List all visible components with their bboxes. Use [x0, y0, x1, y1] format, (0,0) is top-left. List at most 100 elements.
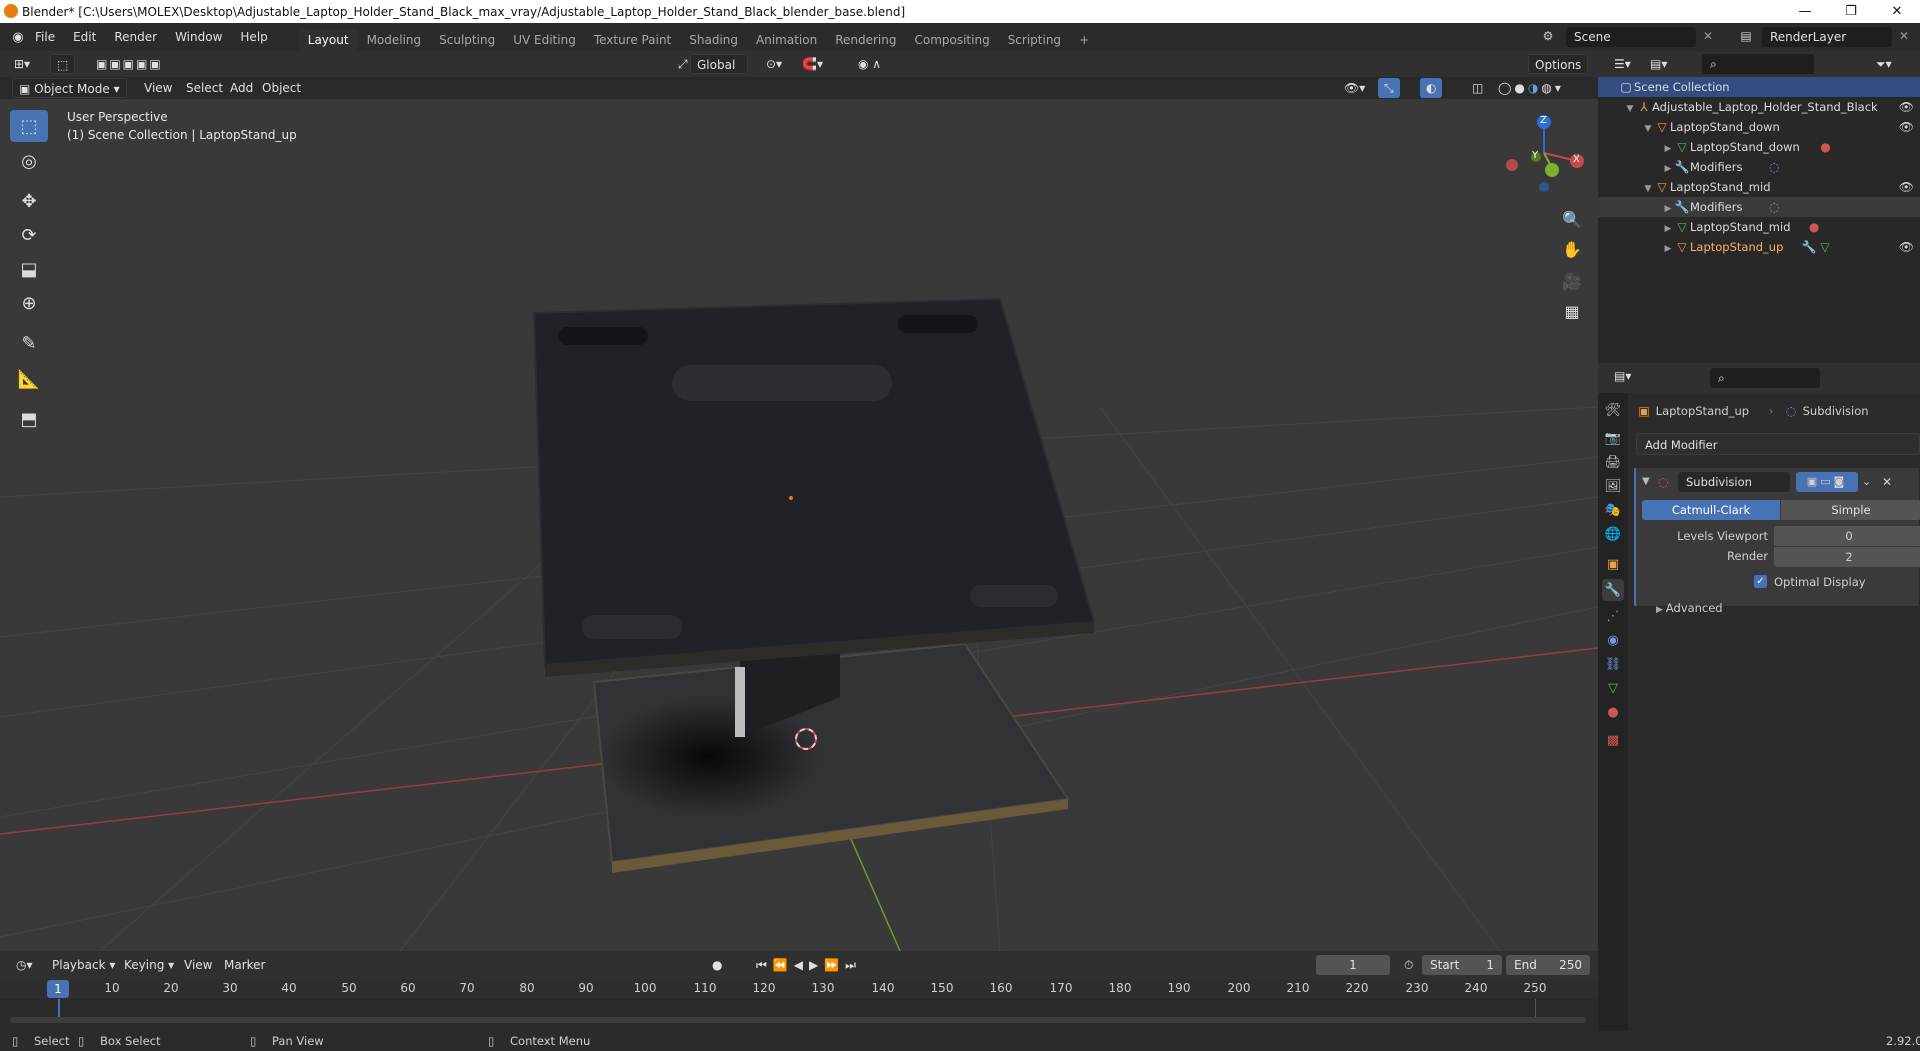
properties-search-input[interactable]: ⌕	[1710, 368, 1820, 388]
data-tab-icon[interactable]: ▽	[1602, 677, 1624, 699]
proportional-edit-icon[interactable]: ◉ ∧	[852, 54, 887, 74]
annotate-tool[interactable]: ✎	[10, 327, 48, 359]
render-levels-field[interactable]: 2	[1774, 547, 1920, 567]
physics-tab-icon[interactable]: ◉	[1602, 629, 1624, 651]
outliner-search-input[interactable]: ⌕	[1702, 54, 1814, 74]
collapse-triangle-icon[interactable]: ▶	[1662, 239, 1674, 259]
cursor-tool[interactable]: ◎	[10, 145, 48, 177]
outliner-row-stand-mid-mesh[interactable]: ▶ ▽ LaptopStand_mid ●	[1598, 217, 1920, 237]
outliner-row-armature[interactable]: ▼ ⅄ Adjustable_Laptop_Holder_Stand_Black 👁	[1598, 97, 1920, 117]
outliner-editor-icon[interactable]: ☰▾	[1608, 54, 1637, 74]
pan-view-icon[interactable]: ✋	[1558, 235, 1586, 263]
minimize-button[interactable]: —	[1782, 0, 1828, 23]
tab-scripting[interactable]: Scripting	[999, 29, 1070, 51]
modifier-menu-icon[interactable]: ⌄	[1862, 472, 1871, 492]
pivot-point-icon[interactable]: ⊙▾	[760, 54, 788, 74]
transform-tool[interactable]: ⊕	[10, 287, 48, 319]
expand-triangle-icon[interactable]: ▼	[1642, 119, 1654, 139]
scene-icon[interactable]: ⚙	[1540, 29, 1556, 43]
scene-name-field[interactable]: Scene	[1566, 27, 1696, 47]
stand-top-plate[interactable]	[532, 297, 1096, 667]
catmull-clark-button[interactable]: Catmull-Clark	[1642, 500, 1780, 520]
tab-animation[interactable]: Animation	[747, 29, 826, 51]
material-tab-icon[interactable]: ●	[1602, 701, 1624, 723]
blender-menu-icon[interactable]: ◉	[10, 30, 26, 45]
menu-file[interactable]: File	[26, 23, 64, 51]
current-frame-field[interactable]: 1	[1316, 955, 1390, 975]
eye-icon[interactable]: 👁	[1899, 237, 1914, 257]
scene-tab-icon[interactable]: 🎭	[1602, 499, 1624, 521]
particles-tab-icon[interactable]: ⋰	[1602, 605, 1624, 627]
texture-tab-icon[interactable]: ▩	[1602, 729, 1624, 751]
optimal-display-checkbox[interactable]: ✓	[1754, 575, 1767, 588]
zoom-view-icon[interactable]: 🔍	[1558, 205, 1586, 233]
simple-button[interactable]: Simple	[1781, 500, 1920, 520]
eye-icon[interactable]: 👁	[1899, 117, 1914, 137]
tab-modeling[interactable]: Modeling	[358, 29, 431, 51]
object-tab-icon[interactable]: ▣	[1602, 553, 1624, 575]
measure-tool[interactable]: 📐	[10, 363, 48, 395]
playback-controls[interactable]: ⏮⏪◀▶⏩⏭	[750, 955, 868, 975]
outliner-row-scene-collection[interactable]: ▢ Scene Collection	[1598, 77, 1920, 97]
filter-icon[interactable]: ⏷▾	[1870, 54, 1898, 74]
remove-modifier-icon[interactable]: ✕	[1882, 472, 1892, 492]
add-modifier-button[interactable]: Add Modifier	[1636, 433, 1920, 455]
rotate-tool[interactable]: ⟳	[10, 219, 48, 251]
xray-icon[interactable]: ◫	[1466, 78, 1489, 98]
collapse-triangle-icon[interactable]: ▶	[1662, 139, 1674, 159]
object-mode-select[interactable]: ▣ Object Mode ▾	[12, 78, 127, 98]
camera-view-icon[interactable]: 🎥	[1558, 267, 1586, 295]
outliner-row-stand-down-mesh[interactable]: ▶ ▽ LaptopStand_down ●	[1598, 137, 1920, 157]
selection-mode-icons[interactable]: ▣▣▣▣▣	[90, 54, 169, 74]
menu-help[interactable]: Help	[231, 23, 276, 51]
stopwatch-icon[interactable]: ⏱	[1398, 955, 1419, 975]
tab-uv-editing[interactable]: UV Editing	[504, 29, 585, 51]
render-layer-field[interactable]: RenderLayer	[1762, 27, 1892, 47]
close-render-layer-icon[interactable]: ✕	[1896, 29, 1912, 43]
modifier-tab-icon[interactable]: 🔧	[1602, 579, 1624, 601]
close-button[interactable]: ✕	[1874, 0, 1920, 23]
menu-object[interactable]: Object	[256, 78, 307, 98]
menu-edit[interactable]: Edit	[64, 23, 105, 51]
collapse-triangle-icon[interactable]: ▶	[1662, 159, 1674, 179]
modifier-visibility-toggles[interactable]: ▣▭◙	[1796, 472, 1858, 492]
timeline-editor-icon[interactable]: ◷▾	[10, 955, 39, 975]
eye-icon[interactable]: 👁	[1899, 97, 1914, 117]
menu-view[interactable]: View	[138, 78, 178, 98]
properties-editor-icon[interactable]: ▤▾	[1608, 366, 1637, 386]
shading-mode-icons[interactable]: ◯●◑◍▾	[1492, 78, 1570, 98]
menu-select[interactable]: Select	[180, 78, 229, 98]
collapse-triangle-icon[interactable]: ▶	[1662, 199, 1674, 219]
overlay-toggle-icon[interactable]: ◐	[1420, 78, 1443, 98]
select-box-tool[interactable]: ⬚	[10, 110, 48, 142]
end-frame-field[interactable]: End 250	[1506, 955, 1590, 975]
advanced-subpanel-toggle[interactable]: ▶ Advanced	[1656, 598, 1723, 620]
visibility-icon[interactable]: 👁▾	[1338, 78, 1371, 98]
tool-tab-icon[interactable]: 🛠	[1602, 399, 1624, 421]
snap-icon[interactable]: 🧲▾	[796, 54, 829, 74]
outliner-row-stand-up[interactable]: ▶ ▽ LaptopStand_up 🔧 ▽ 👁	[1598, 237, 1920, 257]
record-icon[interactable]: ●	[706, 955, 728, 975]
tab-sculpting[interactable]: Sculpting	[430, 29, 504, 51]
add-cube-tool[interactable]: ⬒	[10, 403, 48, 435]
menu-playback[interactable]: Playback ▾	[46, 955, 121, 975]
constraints-tab-icon[interactable]: ⛓	[1602, 653, 1624, 675]
navigation-gizmo[interactable]: Z X Y	[1504, 113, 1584, 193]
expand-triangle-icon[interactable]: ▼	[1624, 99, 1636, 119]
display-mode-icon[interactable]: ▤▾	[1644, 54, 1673, 74]
close-scene-icon[interactable]: ✕	[1700, 29, 1716, 43]
menu-marker[interactable]: Marker	[218, 955, 271, 975]
transform-orientation-select[interactable]: Global	[690, 54, 748, 74]
gizmo-toggle-icon[interactable]: ⤡	[1378, 78, 1400, 98]
view-layer-tab-icon[interactable]: 🖼	[1602, 475, 1624, 497]
collapse-panel-icon[interactable]: ▼	[1642, 472, 1650, 492]
timeline-scrollbar[interactable]	[10, 1017, 1586, 1023]
expand-triangle-icon[interactable]: ▼	[1642, 179, 1654, 199]
modifier-name-field[interactable]: Subdivision	[1678, 472, 1790, 492]
outliner-row-stand-down-modifiers[interactable]: ▶ 🔧Modifiers ◌	[1598, 157, 1920, 177]
eye-icon[interactable]: 👁	[1899, 177, 1914, 197]
tab-compositing[interactable]: Compositing	[905, 29, 998, 51]
output-tab-icon[interactable]: 🖨	[1602, 451, 1624, 473]
options-button[interactable]: Options	[1528, 54, 1589, 74]
menu-add[interactable]: Add	[224, 78, 259, 98]
